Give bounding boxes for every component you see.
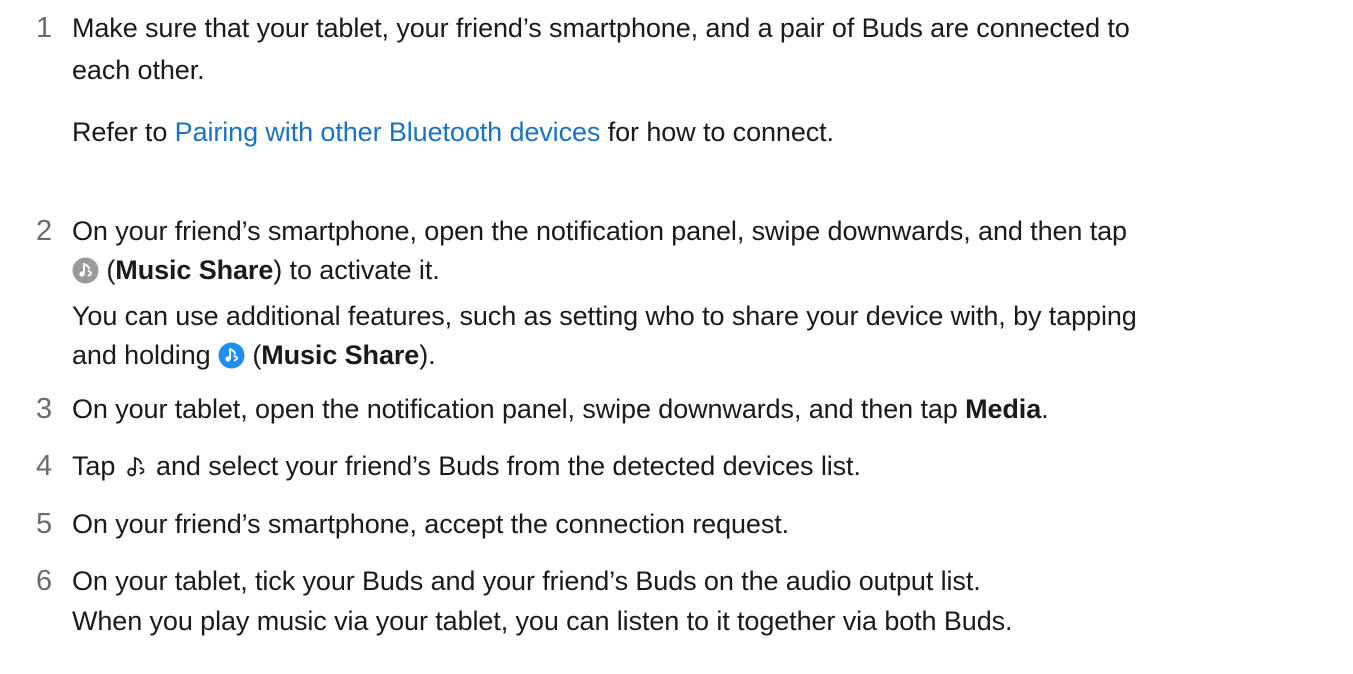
step-number: 6 xyxy=(36,565,53,597)
music-share-label: Music Share xyxy=(261,340,420,370)
step-number: 4 xyxy=(36,450,53,482)
step-text: Make sure that your tablet, your friend’… xyxy=(72,13,1130,43)
paren-open: ( xyxy=(99,255,116,285)
step-number: 2 xyxy=(36,215,53,247)
reference-suffix: for how to connect. xyxy=(600,117,834,147)
step-reference: Refer to Pairing with other Bluetooth de… xyxy=(72,109,834,155)
step-text-suffix: and select your friend’s Buds from the d… xyxy=(148,451,861,481)
step-number: 5 xyxy=(36,508,53,540)
music-share-active-icon xyxy=(218,337,245,383)
media-label: Media xyxy=(965,394,1042,424)
step-text: Tap and select your friend’s Buds from t… xyxy=(72,443,861,494)
paren-open: ( xyxy=(244,340,262,370)
pairing-link[interactable]: Pairing with other Bluetooth devices xyxy=(175,117,601,147)
step-number: 1 xyxy=(36,12,53,44)
reference-prefix: Refer to xyxy=(72,117,175,147)
step-text: On your friend’s smartphone, accept the … xyxy=(72,509,790,539)
music-share-icon xyxy=(72,252,99,298)
step-text-continued: When you play music via your tablet, you… xyxy=(72,606,1013,636)
step-text-continued: (Music Share) to activate it. xyxy=(72,247,440,298)
note-prefix: and holding xyxy=(72,340,218,370)
step-text-main: On your tablet, open the notification pa… xyxy=(72,394,966,424)
music-note-icon xyxy=(123,448,149,494)
music-share-label: Music Share xyxy=(115,255,274,285)
step-text-suffix: ) to activate it. xyxy=(273,255,440,285)
step-text-continued: each other. xyxy=(72,55,205,85)
step-text: On your tablet, open the notification pa… xyxy=(72,386,1049,432)
note-suffix: ). xyxy=(419,340,436,370)
step-note-continued: and holding (Music Share). xyxy=(72,332,436,383)
step-text-prefix: Tap xyxy=(72,451,123,481)
step-number: 3 xyxy=(36,393,53,425)
step-text-suffix: . xyxy=(1041,394,1049,424)
